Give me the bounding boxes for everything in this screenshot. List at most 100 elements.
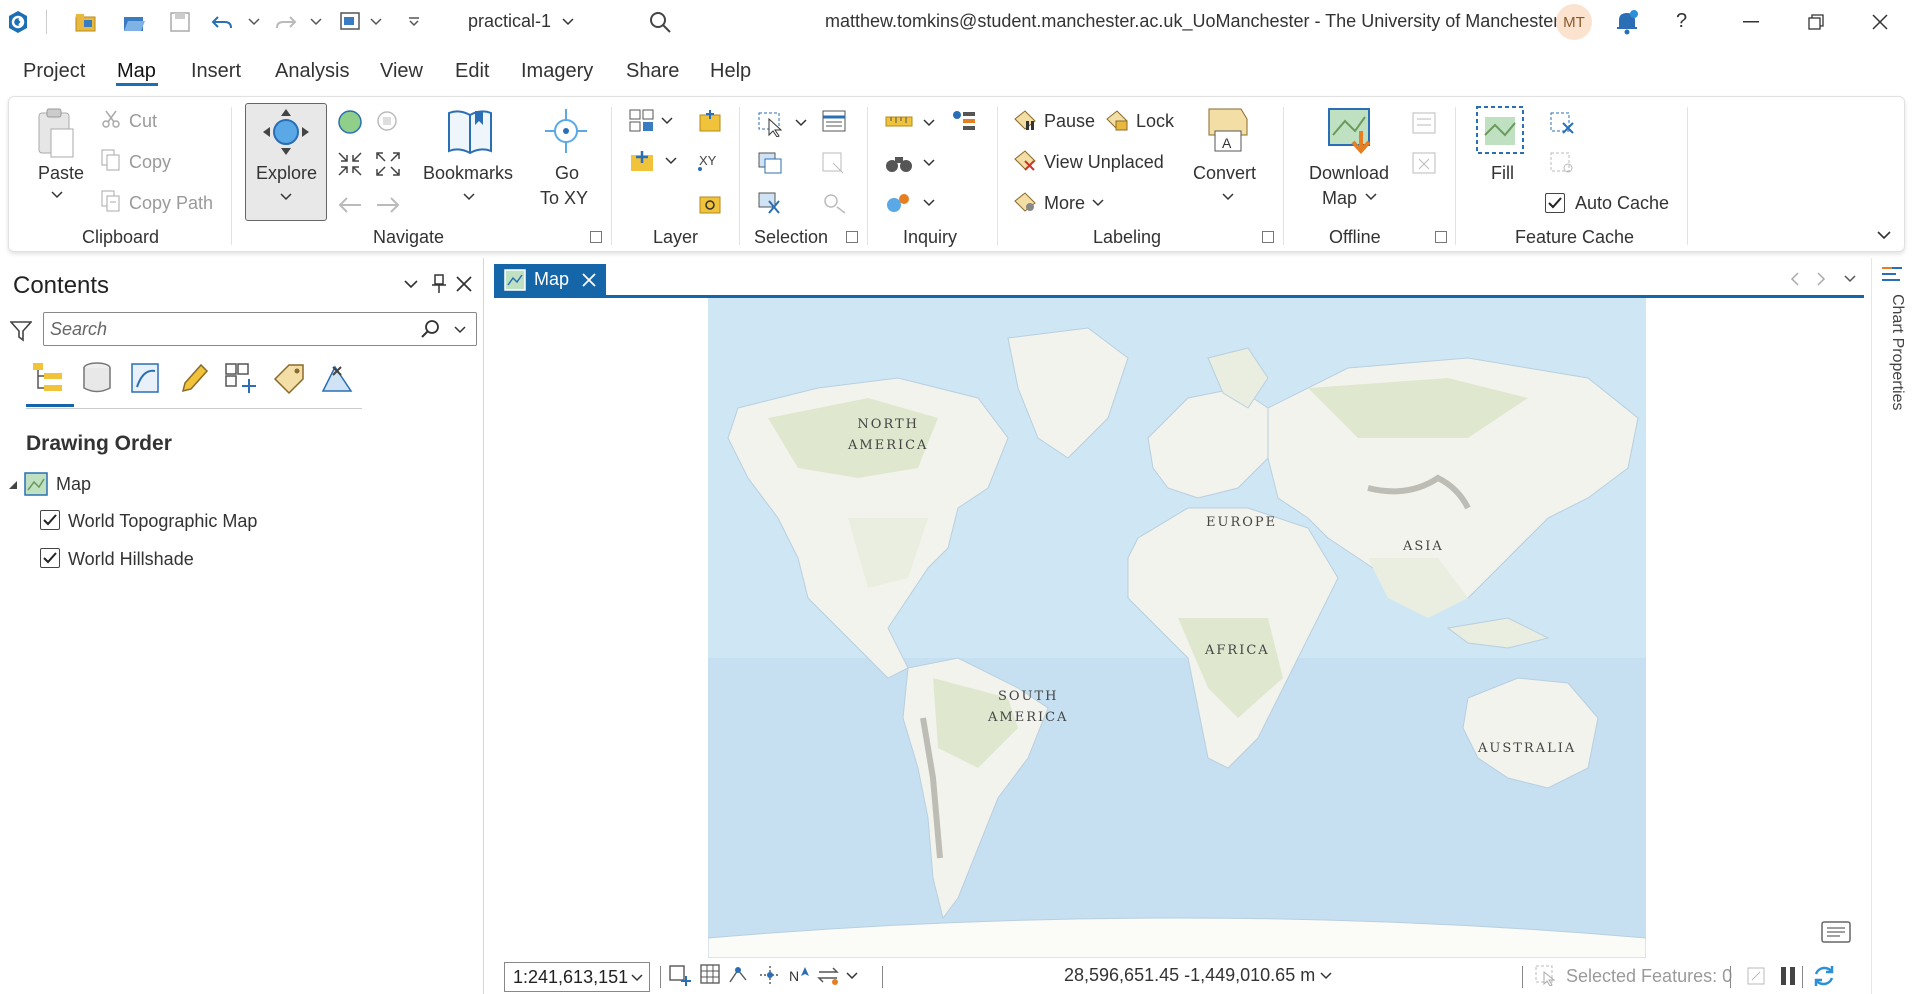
north-arrow-icon[interactable]: N <box>788 964 812 986</box>
tab-share[interactable]: Share <box>626 60 679 83</box>
add-graphics-dropdown-icon[interactable] <box>665 157 677 165</box>
close-map-tab-icon[interactable] <box>582 273 596 287</box>
pause-button[interactable]: Pause <box>1044 111 1095 132</box>
pause-drawing-icon[interactable] <box>1778 966 1798 986</box>
fixed-zoom-out-icon[interactable] <box>375 151 401 177</box>
snapping-icon[interactable] <box>728 964 752 986</box>
search-icon[interactable] <box>646 8 674 36</box>
tab-map[interactable]: Map <box>117 60 156 83</box>
select-by-location-icon[interactable] <box>757 151 783 175</box>
go-to-xy-label-line2[interactable]: To XY <box>540 188 588 209</box>
geocode-table-icon[interactable] <box>697 191 723 215</box>
add-preset-icon[interactable] <box>697 109 723 133</box>
go-to-xy-label-line1[interactable]: Go <box>555 163 579 184</box>
infographics-icon[interactable] <box>951 109 977 133</box>
map-tab-label[interactable]: Map <box>534 269 569 290</box>
cut-icon[interactable] <box>101 109 121 129</box>
select-by-attributes-icon[interactable] <box>821 109 847 133</box>
refresh-icon[interactable] <box>1812 964 1836 988</box>
list-by-labeling-icon[interactable] <box>269 358 309 398</box>
list-by-selection-icon[interactable] <box>125 358 165 398</box>
layer-visibility-checkbox[interactable] <box>40 548 60 568</box>
new-project-icon[interactable] <box>72 8 100 36</box>
filter-icon[interactable] <box>10 320 32 342</box>
customize-toolbar-icon[interactable] <box>400 8 428 36</box>
bookmarks-icon[interactable] <box>445 107 495 155</box>
copy-path-icon[interactable] <box>101 190 121 212</box>
pin-pane-icon[interactable] <box>432 274 446 294</box>
chart-properties-tab[interactable]: Chart Properties <box>1888 294 1906 411</box>
auto-cache-label[interactable]: Auto Cache <box>1575 193 1669 214</box>
explore-button[interactable]: Explore <box>256 163 317 184</box>
clear-selection-icon[interactable] <box>757 191 783 215</box>
layer-name[interactable]: World Hillshade <box>68 549 194 570</box>
add-graphics-layer-icon[interactable] <box>629 149 657 173</box>
more-labeling-icon[interactable] <box>1013 191 1037 213</box>
view-unplaced-button[interactable]: View Unplaced <box>1044 152 1164 173</box>
close-window-icon[interactable] <box>1852 0 1908 44</box>
go-to-xy-icon[interactable] <box>545 109 587 153</box>
map-view-tab[interactable]: Map <box>494 264 606 296</box>
collapse-map-node-icon[interactable] <box>8 480 18 490</box>
convert-dropdown-icon[interactable] <box>1222 193 1234 201</box>
tab-help[interactable]: Help <box>710 60 751 83</box>
tab-list-dropdown-icon[interactable] <box>1844 275 1856 283</box>
download-map-dropdown-icon[interactable] <box>1365 193 1377 201</box>
locate-icon[interactable] <box>885 151 913 175</box>
clear-cache-icon[interactable] <box>1549 111 1575 135</box>
tab-insert[interactable]: Insert <box>191 60 241 83</box>
download-map-icon[interactable] <box>1327 105 1375 157</box>
restore-icon[interactable] <box>1788 0 1844 44</box>
scale-selector[interactable]: 1:241,613,151 <box>504 962 650 992</box>
redo-dropdown-icon[interactable] <box>302 8 330 36</box>
close-pane-icon[interactable] <box>456 276 472 292</box>
download-map-label-line1[interactable]: Download <box>1309 163 1389 184</box>
save-icon[interactable] <box>166 8 194 36</box>
paste-button[interactable]: Paste <box>38 163 84 184</box>
project-name[interactable]: practical-1 <box>468 11 551 32</box>
explore-icon[interactable] <box>263 109 309 155</box>
list-by-editing-icon[interactable] <box>173 358 213 398</box>
collapse-ribbon-icon[interactable] <box>1877 231 1891 240</box>
grid-icon[interactable] <box>700 964 720 984</box>
tab-analysis[interactable]: Analysis <box>275 60 349 83</box>
tab-imagery[interactable]: Imagery <box>521 60 593 83</box>
search-options-dropdown-icon[interactable] <box>454 326 466 334</box>
map-canvas[interactable]: NORTH AMERICA SOUTH AMERICA EUROPE AFRIC… <box>708 298 1646 958</box>
list-by-source-icon[interactable] <box>77 358 117 398</box>
bookmarks-dropdown-icon[interactable] <box>463 193 475 201</box>
measure-icon[interactable] <box>885 111 913 131</box>
tab-view[interactable]: View <box>380 60 423 83</box>
help-button[interactable]: ? <box>1676 10 1687 33</box>
cache-settings-icon[interactable] <box>1549 151 1575 175</box>
copy-button[interactable]: Copy <box>129 152 171 173</box>
remove-offline-icon[interactable] <box>1411 151 1437 175</box>
copy-path-button[interactable]: Copy Path <box>129 193 213 214</box>
chart-properties-icon[interactable] <box>1880 264 1904 286</box>
explore-dropdown-icon[interactable] <box>280 193 292 201</box>
copy-icon[interactable] <box>101 149 121 171</box>
convert-labels-icon[interactable]: A <box>1205 105 1251 155</box>
layer-name[interactable]: World Topographic Map <box>68 511 257 532</box>
notifications-bell-icon[interactable] <box>1613 8 1641 36</box>
labeling-launcher-icon[interactable] <box>1262 231 1274 243</box>
offline-launcher-icon[interactable] <box>1435 231 1447 243</box>
fixed-zoom-in-icon[interactable] <box>337 151 363 177</box>
full-extent-icon[interactable] <box>337 109 363 135</box>
tab-edit[interactable]: Edit <box>455 60 489 83</box>
coordinate-conversion-icon[interactable] <box>885 191 913 215</box>
search-magnifier-icon[interactable] <box>420 319 440 339</box>
undo-dropdown-icon[interactable] <box>240 8 268 36</box>
navigation-options-dropdown-icon[interactable] <box>846 972 858 980</box>
add-data-icon[interactable] <box>629 109 657 133</box>
navigate-launcher-icon[interactable] <box>590 231 602 243</box>
attribution-icon[interactable] <box>1820 918 1852 944</box>
convert-button[interactable]: Convert <box>1193 163 1256 184</box>
account-label[interactable]: matthew.tomkins@student.manchester.ac.uk… <box>825 11 1559 32</box>
previous-extent-icon[interactable] <box>337 195 363 215</box>
cut-button[interactable]: Cut <box>129 111 157 132</box>
select-icon[interactable] <box>757 111 785 137</box>
map-view[interactable]: NORTH AMERICA SOUTH AMERICA EUROPE AFRIC… <box>494 298 1864 958</box>
pause-drawing-toggle-icon[interactable] <box>1746 966 1766 986</box>
fill-cache-icon[interactable] <box>1475 105 1525 157</box>
